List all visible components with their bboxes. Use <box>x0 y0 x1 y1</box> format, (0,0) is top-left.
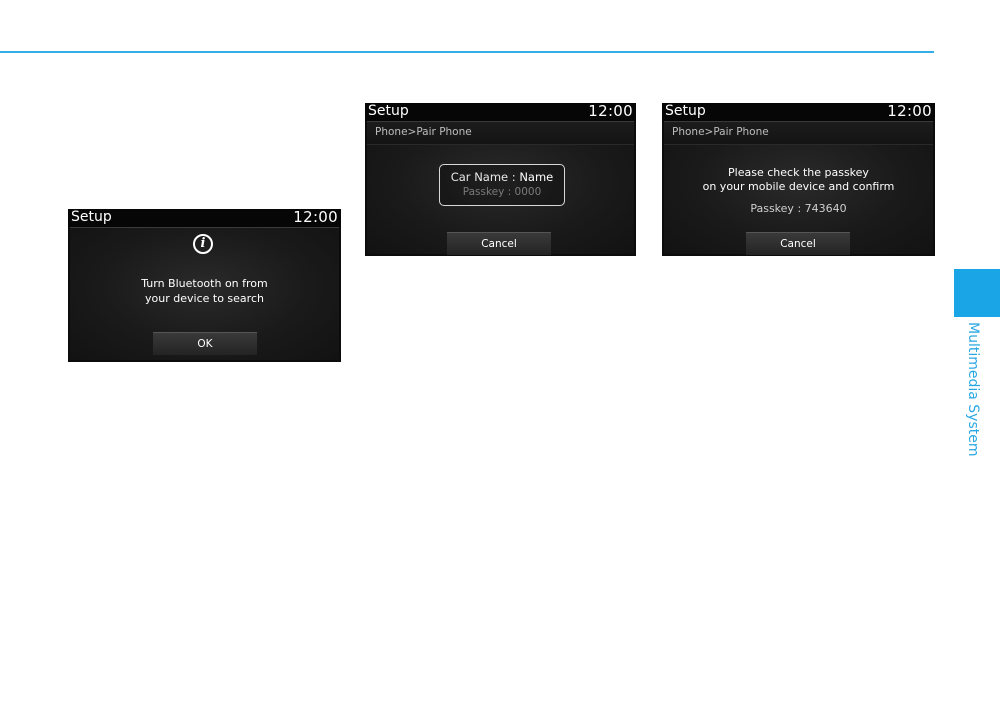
car-name-label: Car Name : <box>450 170 520 184</box>
top-divider <box>0 51 934 53</box>
pair-phone-screen: Setup 12:00 Phone>Pair Phone Car Name : … <box>365 103 636 256</box>
breadcrumb-bar: Phone>Pair Phone <box>367 122 634 145</box>
screen-header: Setup 12:00 <box>68 209 341 227</box>
screen-title: Setup <box>71 209 112 225</box>
passkey-text: Passkey : 743640 <box>750 202 847 215</box>
cancel-button[interactable]: Cancel <box>746 232 850 255</box>
breadcrumb: Phone>Pair Phone <box>672 126 769 138</box>
car-name-row: Car Name : Name <box>440 170 564 184</box>
breadcrumb: Phone>Pair Phone <box>375 126 472 138</box>
chapter-tab <box>954 269 1000 317</box>
screen-header: Setup 12:00 <box>365 103 636 121</box>
screen-header: Setup 12:00 <box>662 103 935 121</box>
clock: 12:00 <box>588 103 633 120</box>
chapter-label: Multimedia System <box>965 322 981 457</box>
clock: 12:00 <box>887 103 932 120</box>
screen-body: i Turn Bluetooth on from your device to … <box>70 227 339 360</box>
bluetooth-search-screen: Setup 12:00 i Turn Bluetooth on from you… <box>68 209 341 362</box>
screen-title: Setup <box>368 103 409 119</box>
passkey-text: Passkey : 0000 <box>462 186 542 198</box>
info-icon: i <box>193 234 213 254</box>
message-line-2: your device to search <box>145 292 264 305</box>
clock: 12:00 <box>293 209 338 226</box>
cancel-button[interactable]: Cancel <box>447 232 551 255</box>
message-line-2: on your mobile device and confirm <box>702 180 895 193</box>
screen-body: Phone>Pair Phone Please check the passke… <box>664 121 933 255</box>
car-name-value: Name <box>519 170 554 184</box>
message-line-1: Please check the passkey <box>728 166 869 179</box>
confirm-passkey-screen: Setup 12:00 Phone>Pair Phone Please chec… <box>662 103 935 256</box>
message-line-1: Turn Bluetooth on from <box>141 277 268 290</box>
ok-button[interactable]: OK <box>153 332 257 355</box>
breadcrumb-bar: Phone>Pair Phone <box>664 122 933 145</box>
car-info-box: Car Name : Name Passkey : 0000 <box>439 164 565 206</box>
screen-body: Phone>Pair Phone Car Name : Name Passkey… <box>367 121 634 255</box>
screen-title: Setup <box>665 103 706 119</box>
